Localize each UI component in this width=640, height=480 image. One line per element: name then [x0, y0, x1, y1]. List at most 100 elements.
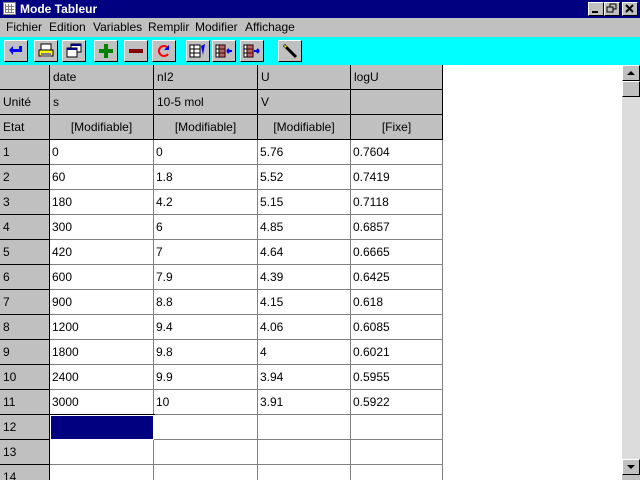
cell-date[interactable]: [50, 440, 154, 465]
cell-U[interactable]: 4.06: [258, 315, 351, 340]
cell-nI2[interactable]: 7: [154, 240, 258, 265]
column-header-nI2[interactable]: nI2: [154, 65, 258, 90]
row-number-header[interactable]: 11: [0, 390, 50, 415]
cell-logU[interactable]: 0.6857: [351, 215, 443, 240]
unit-nI2[interactable]: 10-5 mol: [154, 90, 258, 115]
menu-variables[interactable]: Variables: [93, 20, 142, 35]
row-number-header[interactable]: 3: [0, 190, 50, 215]
cell-date[interactable]: 3000: [50, 390, 154, 415]
cell-logU[interactable]: 0.6021: [351, 340, 443, 365]
row-number-header[interactable]: 10: [0, 365, 50, 390]
column-header-U[interactable]: U: [258, 65, 351, 90]
state-logU[interactable]: [Fixe]: [351, 115, 443, 140]
row-number-header[interactable]: 5: [0, 240, 50, 265]
cell-nI2[interactable]: 8.8: [154, 290, 258, 315]
cell-U[interactable]: 4.39: [258, 265, 351, 290]
vertical-scrollbar[interactable]: [622, 65, 640, 475]
row-number-header[interactable]: 4: [0, 215, 50, 240]
table-export-button[interactable]: [240, 40, 264, 62]
cell-logU[interactable]: 0.7118: [351, 190, 443, 215]
menu-modifier[interactable]: Modifier: [195, 20, 238, 35]
cell-logU[interactable]: 0.618: [351, 290, 443, 315]
menu-edition[interactable]: Edition: [49, 20, 86, 35]
menu-fichier[interactable]: Fichier: [6, 20, 42, 35]
cell-logU[interactable]: 0.5922: [351, 390, 443, 415]
row-number-header[interactable]: 7: [0, 290, 50, 315]
table-edit-button[interactable]: [186, 40, 210, 62]
cell-logU[interactable]: 0.6665: [351, 240, 443, 265]
unit-date[interactable]: s: [50, 90, 154, 115]
state-nI2[interactable]: [Modifiable]: [154, 115, 258, 140]
cell-nI2[interactable]: 9.4: [154, 315, 258, 340]
cell-nI2[interactable]: 9.9: [154, 365, 258, 390]
pen-button[interactable]: [278, 40, 302, 62]
cell-date[interactable]: 420: [50, 240, 154, 265]
row-number-header[interactable]: 13: [0, 440, 50, 465]
menu-affichage[interactable]: Affichage: [245, 20, 295, 35]
cell-U[interactable]: 5.76: [258, 140, 351, 165]
minimize-button[interactable]: [588, 2, 604, 16]
print-button[interactable]: [34, 40, 58, 62]
cell-U[interactable]: 4.85: [258, 215, 351, 240]
cell-nI2[interactable]: 6: [154, 215, 258, 240]
cell-logU[interactable]: 0.7604: [351, 140, 443, 165]
cell-U[interactable]: 5.15: [258, 190, 351, 215]
cell-logU[interactable]: [351, 465, 443, 480]
cell-date[interactable]: 60: [50, 165, 154, 190]
remove-button[interactable]: [124, 40, 148, 62]
scroll-down-button[interactable]: [622, 459, 640, 475]
cell-U[interactable]: [258, 415, 351, 440]
cell-U[interactable]: 3.91: [258, 390, 351, 415]
cell-logU[interactable]: 0.5955: [351, 365, 443, 390]
restore-button[interactable]: [604, 2, 620, 16]
cell-U[interactable]: 4: [258, 340, 351, 365]
cell-U[interactable]: 5.52: [258, 165, 351, 190]
row-number-header[interactable]: 2: [0, 165, 50, 190]
cell-U[interactable]: 3.94: [258, 365, 351, 390]
cell-date[interactable]: 180: [50, 190, 154, 215]
column-header-logU[interactable]: logU: [351, 65, 443, 90]
refresh-button[interactable]: [152, 40, 176, 62]
cell-logU[interactable]: 0.6085: [351, 315, 443, 340]
row-number-header[interactable]: 1: [0, 140, 50, 165]
cell-nI2[interactable]: 9.8: [154, 340, 258, 365]
scroll-thumb[interactable]: [622, 81, 640, 97]
unit-logU[interactable]: [351, 90, 443, 115]
cell-date[interactable]: [50, 465, 154, 480]
unit-U[interactable]: V: [258, 90, 351, 115]
windows-button[interactable]: [62, 40, 86, 62]
scroll-up-button[interactable]: [622, 65, 640, 81]
row-number-header[interactable]: 8: [0, 315, 50, 340]
cell-date[interactable]: 600: [50, 265, 154, 290]
table-import-button[interactable]: [212, 40, 236, 62]
row-number-header[interactable]: 6: [0, 265, 50, 290]
column-header-date[interactable]: date: [50, 65, 154, 90]
cell-nI2[interactable]: 4.2: [154, 190, 258, 215]
cell-U[interactable]: 4.64: [258, 240, 351, 265]
cell-nI2[interactable]: [154, 440, 258, 465]
cell-nI2[interactable]: 10: [154, 390, 258, 415]
cell-date[interactable]: [49, 414, 155, 441]
row-number-header[interactable]: 14: [0, 465, 50, 480]
cell-date[interactable]: 300: [50, 215, 154, 240]
back-button[interactable]: [4, 40, 28, 62]
cell-nI2[interactable]: 7.9: [154, 265, 258, 290]
cell-nI2[interactable]: [154, 415, 258, 440]
cell-U[interactable]: [258, 465, 351, 480]
menu-remplir[interactable]: Remplir: [148, 20, 189, 35]
row-number-header[interactable]: 12: [0, 415, 50, 440]
cell-logU[interactable]: 0.7419: [351, 165, 443, 190]
cell-logU[interactable]: 0.6425: [351, 265, 443, 290]
cell-date[interactable]: 900: [50, 290, 154, 315]
cell-date[interactable]: 1800: [50, 340, 154, 365]
cell-nI2[interactable]: 1.8: [154, 165, 258, 190]
cell-date[interactable]: 1200: [50, 315, 154, 340]
cell-logU[interactable]: [351, 440, 443, 465]
cell-U[interactable]: 4.15: [258, 290, 351, 315]
cell-nI2[interactable]: [154, 465, 258, 480]
cell-U[interactable]: [258, 440, 351, 465]
cell-date[interactable]: 2400: [50, 365, 154, 390]
cell-logU[interactable]: [351, 415, 443, 440]
state-date[interactable]: [Modifiable]: [50, 115, 154, 140]
close-button[interactable]: [622, 2, 638, 16]
